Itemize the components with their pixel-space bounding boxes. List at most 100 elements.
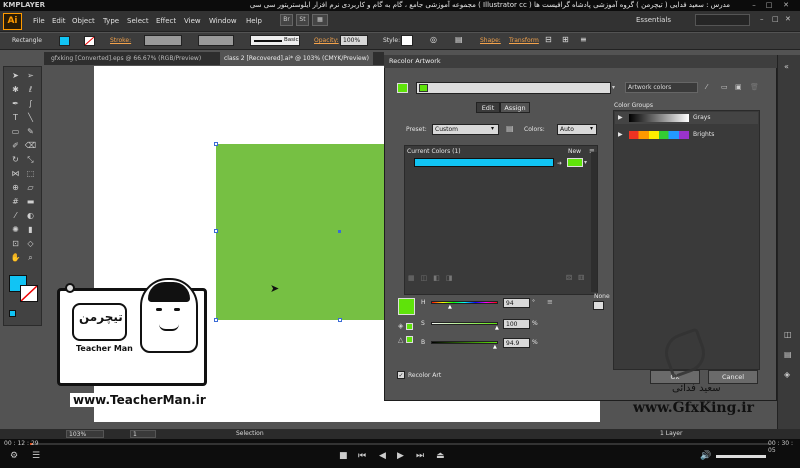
selection-handle[interactable] bbox=[214, 142, 218, 146]
volume-slider[interactable] bbox=[716, 455, 766, 458]
width-tool-icon[interactable]: ⋈ bbox=[9, 168, 22, 179]
opacity-field[interactable]: 100% bbox=[340, 35, 368, 46]
preset-dropdown-icon[interactable]: ▾ bbox=[491, 125, 494, 132]
tab-assign[interactable]: Assign bbox=[500, 102, 530, 113]
row-tools-icons[interactable]: ▦◫◧◨ bbox=[408, 274, 458, 282]
paintbrush-tool-icon[interactable]: ✎ bbox=[24, 126, 37, 137]
hue-slider-thumb-icon[interactable]: ▲ bbox=[448, 304, 452, 310]
menu-window[interactable]: Window bbox=[209, 17, 237, 25]
stroke-color-box[interactable] bbox=[20, 285, 38, 302]
selection-handle[interactable] bbox=[214, 318, 218, 322]
green-rectangle[interactable] bbox=[216, 144, 386, 320]
gamut-swatch[interactable] bbox=[406, 323, 413, 330]
menu-edit[interactable]: Edit bbox=[52, 17, 66, 25]
web-color-warning-icon[interactable]: △ bbox=[398, 336, 403, 344]
stroke-link[interactable]: Stroke: bbox=[110, 37, 131, 44]
stop-icon[interactable]: ■ bbox=[339, 451, 348, 461]
group-row-brights[interactable]: ▶ Brights bbox=[615, 129, 758, 141]
shaper-tool-icon[interactable]: ✐ bbox=[9, 140, 22, 151]
app-maximize-icon[interactable]: □ bbox=[772, 15, 779, 23]
colors-dropdown-icon[interactable]: ▾ bbox=[590, 125, 593, 132]
arrange-icon[interactable]: ▦ bbox=[312, 14, 328, 26]
mapping-arrow-icon[interactable]: ➜ bbox=[557, 160, 562, 167]
help-search-input[interactable] bbox=[695, 14, 750, 26]
next-icon[interactable]: ⏭ bbox=[416, 451, 424, 461]
align-left-icon[interactable]: ⊟ bbox=[545, 35, 552, 44]
current-colors-scrollbar[interactable] bbox=[591, 152, 597, 292]
shape-link[interactable]: Shape: bbox=[480, 37, 501, 44]
eraser-tool-icon[interactable]: ⌫ bbox=[24, 140, 37, 151]
graphic-style-swatch[interactable] bbox=[401, 35, 413, 46]
selection-tool-icon[interactable]: ➤ bbox=[9, 70, 22, 81]
menu-object[interactable]: Object bbox=[72, 17, 95, 25]
dock-panel-icon[interactable]: ◈ bbox=[784, 370, 790, 379]
previous-icon[interactable]: ⏮ bbox=[358, 451, 366, 461]
align-icon[interactable]: ▤ bbox=[455, 35, 463, 44]
close-icon[interactable]: ✕ bbox=[780, 1, 792, 10]
menu-file[interactable]: File bbox=[33, 17, 45, 25]
expand-arrow-icon[interactable]: ▶ bbox=[618, 114, 623, 121]
dock-collapse-icon[interactable]: « bbox=[784, 62, 789, 71]
eyedropper-icon[interactable]: ⁄ bbox=[706, 83, 707, 91]
hue-slider[interactable] bbox=[431, 301, 498, 304]
hsb-menu-icon[interactable]: ≡ bbox=[547, 298, 553, 306]
stock-icon[interactable]: St bbox=[296, 14, 309, 26]
group-row-grays[interactable]: ▶ Grays bbox=[615, 112, 758, 124]
swatch-menu-icon[interactable]: ▾ bbox=[584, 159, 587, 166]
gamut-warning-icon[interactable]: ◈ bbox=[398, 322, 403, 330]
current-color-row[interactable] bbox=[414, 158, 554, 167]
save-group-icon[interactable]: ▣ bbox=[735, 83, 742, 91]
brights-swatches[interactable] bbox=[629, 131, 689, 139]
new-group-icon[interactable]: ▭ bbox=[721, 83, 728, 91]
type-tool-icon[interactable]: T bbox=[9, 112, 22, 123]
delete-group-icon[interactable]: 🗑 bbox=[750, 83, 759, 91]
preset-select[interactable]: Custom bbox=[432, 124, 499, 135]
bridge-icon[interactable]: Br bbox=[280, 14, 293, 26]
selection-handle[interactable] bbox=[214, 229, 218, 233]
brush-definition-field[interactable]: Basic bbox=[250, 35, 300, 46]
player-playlist-icon[interactable]: ☰ bbox=[32, 451, 40, 461]
color-group-name-field[interactable]: Artwork colors bbox=[625, 82, 698, 93]
rectangle-tool-icon[interactable]: ▭ bbox=[9, 126, 22, 137]
recolor-art-checkbox[interactable]: ✓ bbox=[397, 371, 405, 379]
grays-swatches[interactable] bbox=[629, 114, 689, 122]
color-preview-swatch[interactable] bbox=[398, 298, 415, 315]
artboard-tool-icon[interactable]: ⊡ bbox=[9, 238, 22, 249]
doc-tab-class2[interactable]: class 2 [Recovered].ai* @ 103% (CMYK/Pre… bbox=[220, 52, 373, 65]
harmony-dropdown-icon[interactable]: ▾ bbox=[612, 84, 615, 91]
menu-type[interactable]: Type bbox=[103, 17, 119, 25]
gradient-tool-icon[interactable]: ▬ bbox=[24, 196, 37, 207]
fill-swatch[interactable] bbox=[59, 36, 70, 46]
player-menu-icon[interactable]: ⚙ bbox=[10, 451, 18, 461]
slice-tool-icon[interactable]: ◇ bbox=[24, 238, 37, 249]
rewind-icon[interactable]: ◀ bbox=[379, 451, 386, 461]
app-minimize-icon[interactable]: – bbox=[760, 15, 764, 23]
magic-wand-tool-icon[interactable]: ✱ bbox=[9, 84, 22, 95]
stroke-weight-field[interactable] bbox=[144, 35, 182, 46]
lasso-tool-icon[interactable]: ℓ bbox=[24, 84, 37, 95]
eyedropper-tool-icon[interactable]: ⁄ bbox=[9, 210, 22, 221]
transform-link[interactable]: Transform bbox=[509, 37, 539, 44]
brightness-input[interactable]: 94.9 bbox=[503, 338, 530, 348]
selection-handle[interactable] bbox=[338, 318, 342, 322]
scale-tool-icon[interactable]: ⤡ bbox=[24, 154, 37, 165]
expand-arrow-icon[interactable]: ▶ bbox=[618, 131, 623, 138]
app-close-icon[interactable]: ✕ bbox=[785, 15, 791, 23]
maximize-icon[interactable]: □ bbox=[763, 1, 775, 10]
pen-tool-icon[interactable]: ✒ bbox=[9, 98, 22, 109]
align-center-icon[interactable]: ⊞ bbox=[562, 35, 569, 44]
artboard-number-field[interactable]: 1 bbox=[130, 430, 156, 438]
doc-tab-gfxking[interactable]: gfxking [Converted].eps @ 66.67% (RGB/Pr… bbox=[47, 52, 205, 65]
direct-selection-tool-icon[interactable]: ➢ bbox=[24, 70, 37, 81]
mesh-tool-icon[interactable]: # bbox=[9, 196, 22, 207]
cancel-button[interactable]: Cancel bbox=[708, 370, 758, 384]
curvature-tool-icon[interactable]: ∫ bbox=[24, 98, 37, 109]
hue-input[interactable]: 94 bbox=[503, 298, 530, 308]
seek-bar[interactable] bbox=[30, 443, 770, 445]
menu-select[interactable]: Select bbox=[127, 17, 149, 25]
tab-edit[interactable]: Edit bbox=[476, 102, 500, 113]
zoom-tool-icon[interactable]: ⌕ bbox=[24, 252, 37, 263]
dock-panel-icon[interactable]: ◫ bbox=[784, 330, 792, 339]
menu-effect[interactable]: Effect bbox=[156, 17, 176, 25]
none-swatch-icon[interactable] bbox=[593, 301, 604, 310]
